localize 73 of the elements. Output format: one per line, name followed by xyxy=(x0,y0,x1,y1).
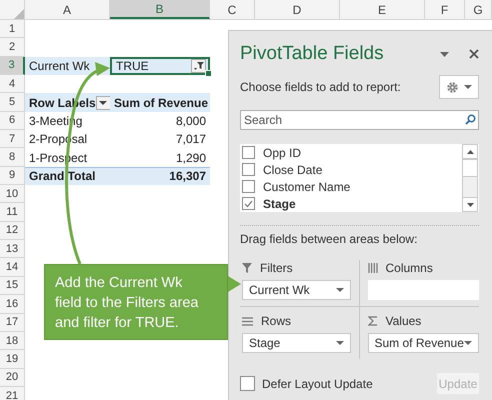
search-field[interactable]: Search xyxy=(240,110,479,130)
row-header[interactable]: 17 xyxy=(0,314,25,332)
filter-label: Current Wk xyxy=(29,58,90,73)
revenue-value: 8,000 xyxy=(176,114,206,128)
row-header[interactable]: 9 xyxy=(0,166,25,186)
row-header[interactable]: 13 xyxy=(0,240,25,258)
grand-total-value: 16,307 xyxy=(169,169,206,184)
header-label: Sum of Revenue xyxy=(114,96,208,110)
scrollbar-thumb[interactable] xyxy=(462,159,478,177)
row-header[interactable]: 10 xyxy=(0,185,25,204)
settings-icon xyxy=(446,80,460,94)
column-header[interactable]: B xyxy=(110,0,210,19)
caret-icon xyxy=(99,100,108,105)
field-checkbox[interactable] xyxy=(242,146,255,159)
row-header[interactable]: 20 xyxy=(0,368,25,387)
row-header[interactable]: 5 xyxy=(0,93,25,112)
filter-icon xyxy=(242,263,252,273)
callout-box: Add the Current Wk field to the Filters area and filter for TRUE. xyxy=(44,264,228,340)
columns-icon xyxy=(368,263,378,273)
pane-title: PivotTable Fields xyxy=(240,43,384,65)
field-checkbox[interactable] xyxy=(242,163,255,176)
caret-icon xyxy=(464,85,472,89)
filter-dropdown-icon xyxy=(194,62,204,70)
search-icon xyxy=(465,114,476,125)
field-name[interactable]: Stage xyxy=(263,196,296,210)
field-pill[interactable]: Sum of Revenue xyxy=(368,333,479,353)
row-header[interactable]: 11 xyxy=(0,203,25,222)
caret-icon xyxy=(336,288,344,292)
caret-icon xyxy=(464,341,472,345)
area-label: Rows xyxy=(261,314,292,328)
field-checkbox[interactable] xyxy=(242,197,255,210)
defer-checkbox[interactable] xyxy=(240,376,255,391)
row-header[interactable]: 21 xyxy=(0,386,25,400)
sigma-icon xyxy=(368,316,378,326)
row-header[interactable]: 18 xyxy=(0,332,25,350)
close-icon[interactable] xyxy=(469,49,479,59)
row-labels-dropdown[interactable] xyxy=(96,96,111,110)
field-pill[interactable]: Stage xyxy=(242,333,350,353)
filter-value-cell[interactable]: TRUE xyxy=(110,56,210,76)
field-pill[interactable]: Current Wk xyxy=(242,280,350,300)
tools-button[interactable] xyxy=(439,75,479,99)
row-header[interactable]: 14 xyxy=(0,258,25,277)
row-header[interactable]: 8 xyxy=(0,148,25,167)
areas-hint: Drag fields between areas below: xyxy=(240,232,418,246)
row-header[interactable]: 1 xyxy=(0,20,25,38)
caret-icon xyxy=(336,341,344,345)
row-header[interactable]: 12 xyxy=(0,222,25,240)
revenue-value: 7,017 xyxy=(176,132,206,146)
area-label: Values xyxy=(386,314,422,328)
scroll-up-icon[interactable] xyxy=(466,150,474,154)
scroll-down-icon[interactable] xyxy=(466,202,474,206)
rows-icon xyxy=(242,316,253,326)
area-label: Columns xyxy=(386,261,433,275)
row-header[interactable]: 3 xyxy=(0,56,25,76)
row-header[interactable]: 7 xyxy=(0,130,25,148)
field-checkbox[interactable] xyxy=(242,180,255,193)
prompt-text: Choose fields to add to report: xyxy=(240,80,401,94)
defer-label: Defer Layout Update xyxy=(262,376,373,390)
row-header[interactable]: 4 xyxy=(0,75,25,94)
field-name[interactable]: Customer Name xyxy=(263,180,350,194)
row-header[interactable]: 16 xyxy=(0,295,25,314)
area-label: Filters xyxy=(260,261,293,275)
row-header[interactable]: 19 xyxy=(0,350,25,369)
grand-total-label: Grand Total xyxy=(29,169,96,184)
pane-options-caret-icon[interactable] xyxy=(440,52,449,56)
revenue-value: 1,290 xyxy=(176,150,206,165)
scrollbar[interactable] xyxy=(462,144,478,212)
field-name[interactable]: Opp ID xyxy=(263,146,302,160)
row-header[interactable]: 2 xyxy=(0,38,25,57)
callout-pointer-icon xyxy=(228,276,241,292)
row-header[interactable]: 6 xyxy=(0,112,25,130)
row-header[interactable]: 15 xyxy=(0,276,25,296)
field-name[interactable]: Close Date xyxy=(263,162,322,176)
